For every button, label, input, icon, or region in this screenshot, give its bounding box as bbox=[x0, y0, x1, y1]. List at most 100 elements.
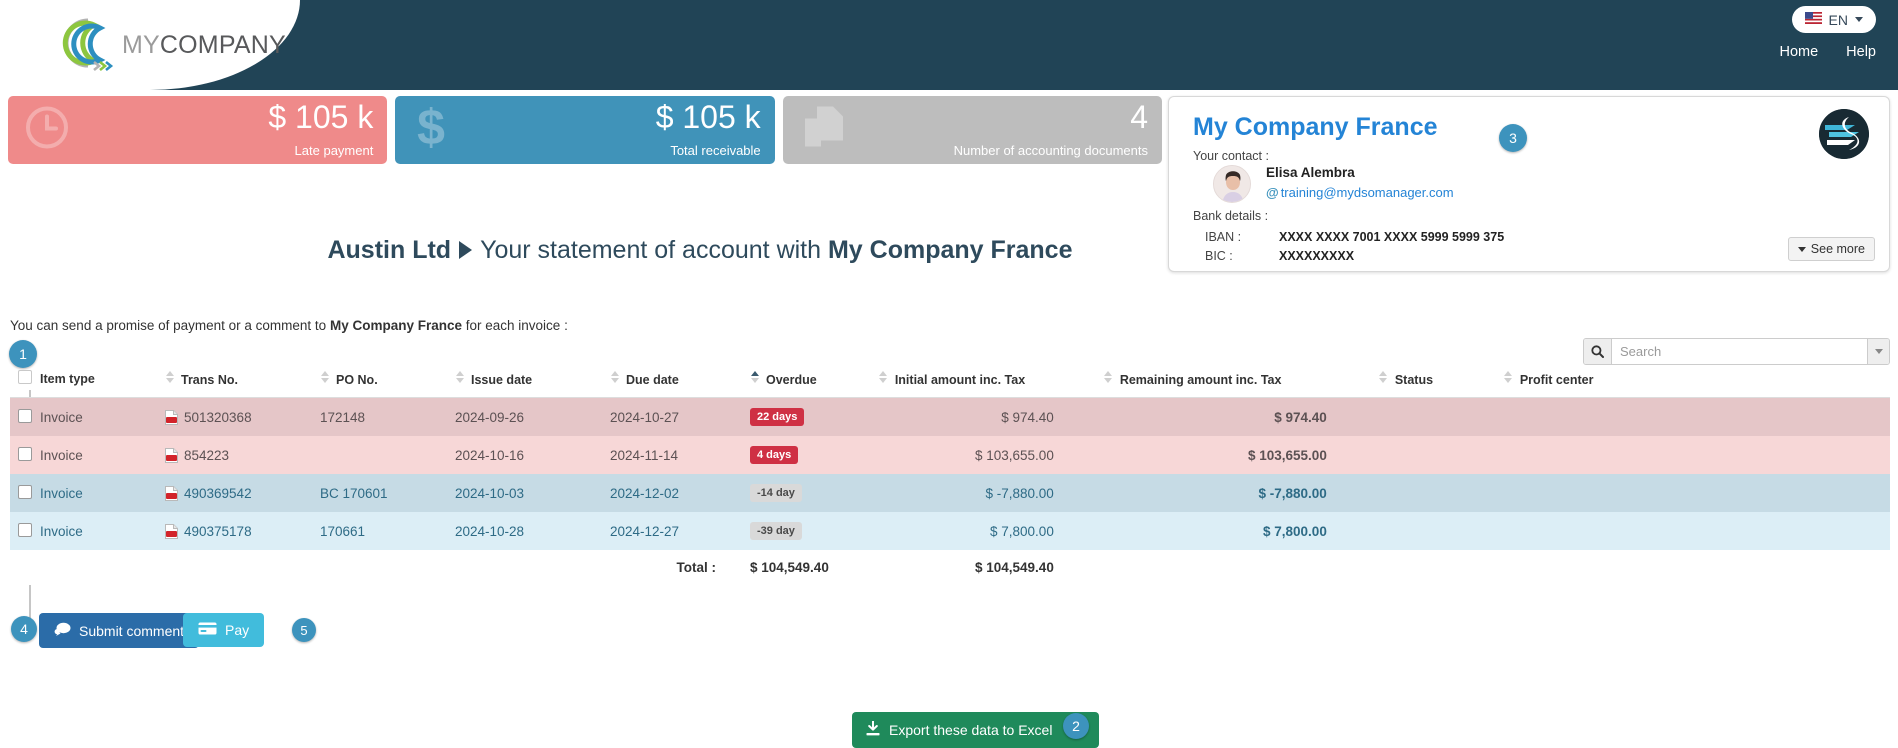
nav-item-home[interactable]: Home bbox=[1779, 44, 1818, 60]
supplier-logo-icon bbox=[1819, 109, 1869, 159]
arrow-right-icon bbox=[459, 241, 472, 259]
step-badge-2: 2 bbox=[1063, 713, 1089, 739]
logo-panel: MYCOMPANY bbox=[0, 0, 300, 90]
row-checkbox[interactable] bbox=[18, 447, 32, 461]
language-selector[interactable]: EN bbox=[1792, 6, 1876, 33]
brand-logo-text: MYCOMPANY bbox=[122, 31, 286, 60]
cell-issue-date: 2024-10-03 bbox=[455, 474, 610, 512]
kpi-card-late-payment[interactable]: $ 105 k Late payment bbox=[8, 96, 387, 164]
column-label: Remaining amount inc. Tax bbox=[1120, 373, 1282, 387]
intro-supplier: My Company France bbox=[330, 318, 462, 333]
column-header-due-date[interactable]: Due date bbox=[610, 362, 750, 398]
cell-profit-center bbox=[1504, 474, 1890, 512]
cell-trans-no-text[interactable]: 501320368 bbox=[184, 410, 252, 425]
credit-card-icon bbox=[198, 622, 217, 638]
cell-initial-amount: $ 7,800.00 bbox=[879, 512, 1104, 550]
pdf-icon[interactable] bbox=[165, 486, 178, 501]
cell-trans-no[interactable]: 501320368 bbox=[165, 398, 320, 437]
cell-initial-amount: $ 974.40 bbox=[879, 398, 1104, 437]
cell-due-date: 2024-12-02 bbox=[610, 474, 750, 512]
row-select-cell[interactable] bbox=[10, 512, 40, 550]
submit-comment-button[interactable]: Submit comment bbox=[39, 613, 199, 648]
cell-trans-no-text[interactable]: 490369542 bbox=[184, 486, 252, 501]
chevron-down-icon bbox=[1855, 17, 1863, 22]
search-options-dropdown[interactable] bbox=[1867, 339, 1889, 364]
column-label: Status bbox=[1395, 373, 1433, 387]
contact-email-link[interactable]: @training@mydsomanager.com bbox=[1266, 185, 1454, 200]
select-all-checkbox[interactable] bbox=[18, 370, 32, 384]
column-label: Issue date bbox=[471, 373, 532, 387]
cell-trans-no[interactable]: 490369542 bbox=[165, 474, 320, 512]
kpi-label: Total receivable bbox=[670, 143, 760, 158]
table-header: Item type Trans No. PO No. Issue date Du… bbox=[10, 362, 1890, 398]
total-initial-amount: $ 104,549.40 bbox=[750, 550, 879, 585]
contact-label: Your contact : bbox=[1193, 149, 1269, 163]
column-header-profit-center[interactable]: Profit center bbox=[1504, 362, 1890, 398]
at-icon: @ bbox=[1266, 185, 1279, 200]
total-status-cell bbox=[1104, 550, 1379, 585]
column-header-trans-no[interactable]: Trans No. bbox=[165, 362, 320, 398]
column-header-overdue[interactable]: Overdue bbox=[750, 362, 879, 398]
pdf-icon[interactable] bbox=[165, 410, 178, 425]
kpi-value: $ 105 k bbox=[268, 99, 373, 136]
dollar-icon: $ bbox=[411, 102, 451, 159]
cell-trans-no-text[interactable]: 854223 bbox=[184, 448, 229, 463]
kpi-card-accounting-documents[interactable]: 4 Number of accounting documents bbox=[783, 96, 1162, 164]
company-logo-icon bbox=[58, 14, 120, 76]
us-flag-icon bbox=[1805, 11, 1822, 29]
column-header-status[interactable]: Status bbox=[1379, 362, 1504, 398]
table-row[interactable]: Invoice 490369542 BC 170601 2024-10-03 2… bbox=[10, 474, 1890, 512]
select-all-header[interactable] bbox=[10, 362, 40, 398]
column-header-initial-amount[interactable]: Initial amount inc. Tax bbox=[879, 362, 1104, 398]
brand-logo[interactable]: MYCOMPANY bbox=[58, 14, 286, 76]
nav-item-help[interactable]: Help bbox=[1846, 44, 1876, 60]
row-select-cell[interactable] bbox=[10, 398, 40, 437]
pdf-icon[interactable] bbox=[165, 448, 178, 463]
brand-logo-text-my: MY bbox=[122, 31, 160, 59]
export-label: Export these data to Excel bbox=[889, 722, 1052, 738]
row-select-cell[interactable] bbox=[10, 474, 40, 512]
cell-trans-no[interactable]: 490375178 bbox=[165, 512, 320, 550]
column-header-issue-date[interactable]: Issue date bbox=[455, 362, 610, 398]
column-header-remaining-amount[interactable]: Remaining amount inc. Tax bbox=[1104, 362, 1379, 398]
table-header-row: Item type Trans No. PO No. Issue date Du… bbox=[10, 362, 1890, 398]
step-badge-3: 3 bbox=[1499, 124, 1527, 152]
cell-profit-center bbox=[1504, 512, 1890, 550]
row-checkbox[interactable] bbox=[18, 409, 32, 423]
row-checkbox[interactable] bbox=[18, 485, 32, 499]
cell-initial-amount: $ -7,880.00 bbox=[879, 474, 1104, 512]
table-row[interactable]: Invoice 854223 2024-10-16 2024-11-14 4 d… bbox=[10, 436, 1890, 474]
cell-trans-no[interactable]: 854223 bbox=[165, 436, 320, 474]
download-icon bbox=[866, 721, 880, 739]
table-total-row: Total : $ 104,549.40 $ 104,549.40 bbox=[10, 550, 1890, 585]
export-to-excel-button[interactable]: Export these data to Excel bbox=[852, 712, 1099, 748]
search-input[interactable] bbox=[1612, 339, 1867, 364]
row-checkbox[interactable] bbox=[18, 523, 32, 537]
table-row[interactable]: Invoice 490375178 170661 2024-10-28 2024… bbox=[10, 512, 1890, 550]
cell-overdue: 4 days bbox=[750, 436, 879, 474]
row-select-cell[interactable] bbox=[10, 436, 40, 474]
overdue-badge: 22 days bbox=[750, 408, 804, 426]
documents-icon bbox=[799, 105, 851, 156]
column-header-po-no[interactable]: PO No. bbox=[320, 362, 455, 398]
table-row[interactable]: Invoice 501320368 172148 2024-09-26 2024… bbox=[10, 398, 1890, 437]
search-icon[interactable] bbox=[1584, 339, 1612, 364]
column-label: Item type bbox=[40, 372, 95, 386]
cell-status bbox=[1379, 436, 1504, 474]
cell-item-type: Invoice bbox=[40, 512, 165, 550]
column-label: Overdue bbox=[766, 373, 817, 387]
cell-profit-center bbox=[1504, 398, 1890, 437]
cell-issue-date: 2024-10-28 bbox=[455, 512, 610, 550]
column-label: Trans No. bbox=[181, 373, 238, 387]
see-more-button[interactable]: See more bbox=[1788, 237, 1875, 261]
overdue-badge: 4 days bbox=[750, 446, 798, 464]
kpi-card-total-receivable[interactable]: $ $ 105 k Total receivable bbox=[395, 96, 774, 164]
pay-button[interactable]: Pay bbox=[183, 613, 264, 647]
cell-trans-no-text[interactable]: 490375178 bbox=[184, 524, 252, 539]
language-label: EN bbox=[1829, 12, 1848, 28]
cell-item-type: Invoice bbox=[40, 398, 165, 437]
column-header-item-type[interactable]: Item type bbox=[40, 362, 165, 398]
page-title: Austin LtdYour statement of account with… bbox=[0, 236, 1400, 265]
column-label: Initial amount inc. Tax bbox=[895, 373, 1025, 387]
pdf-icon[interactable] bbox=[165, 524, 178, 539]
